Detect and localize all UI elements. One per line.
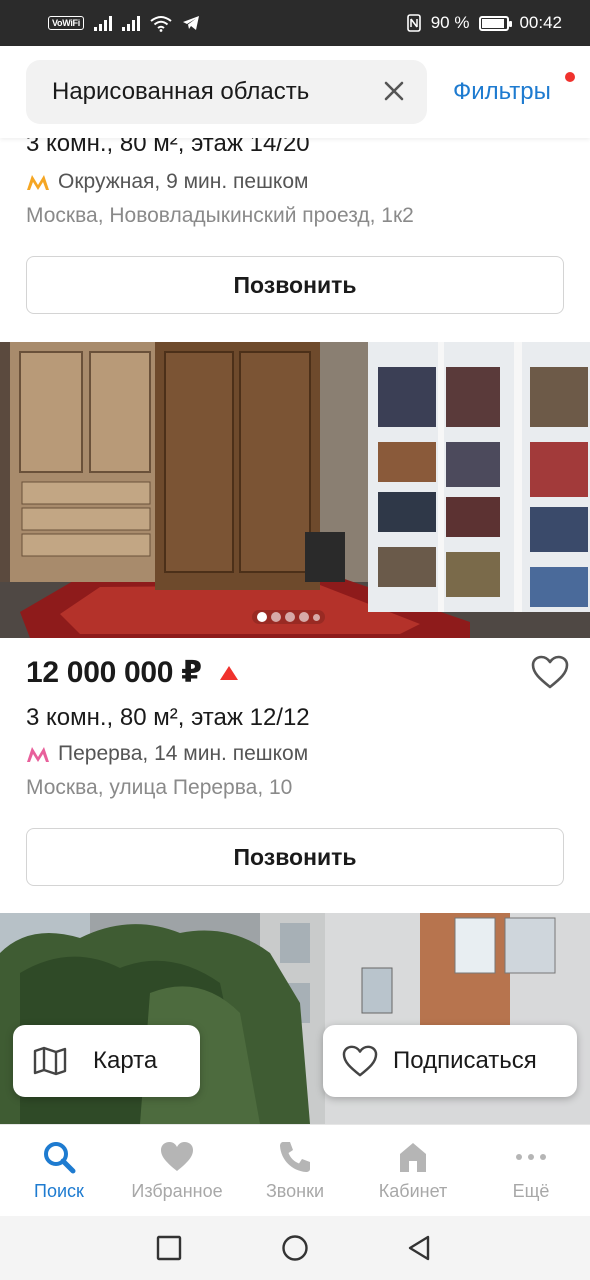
tab-more[interactable]: Ещё [472,1125,590,1217]
tab-favorites[interactable]: Избранное [118,1125,236,1217]
favorite-heart-icon[interactable] [530,654,570,690]
photo-dot-5 [313,613,320,621]
nfc-icon [406,14,421,32]
price-up-icon [220,666,238,680]
vowifi-badge: VoWiFi [48,16,84,30]
close-icon[interactable] [381,78,407,104]
listing-2-price: 12 000 000 ₽ [26,656,202,689]
listing-1-metro: Окружная, 9 мин. пешком [26,170,308,194]
map-button[interactable]: Карта [13,1025,200,1097]
cell-signal-icon [93,15,112,31]
photo-dot-4 [299,612,309,622]
listing-2-rooms: 3 комн., 80 м², этаж 12/12 [26,704,310,731]
tab-calls-label: Звонки [265,1181,325,1201]
listing-2-metro-text: Перерва, 14 мин. пешком [58,742,309,765]
back-icon[interactable] [406,1234,432,1262]
phone-icon [280,1142,310,1172]
status-bar: VoWiFi 90 % 00:42 [0,0,590,46]
wifi-icon [150,15,172,32]
battery-percent: 90 % [430,13,470,32]
tab-search-label: Поиск [34,1181,84,1201]
search-header: Нарисованная область Фильтры [0,46,590,138]
subscribe-button-label: Подписаться [393,1047,537,1074]
listing-1-address: Москва, Нововладыкинский проезд, 1к2 [26,204,414,227]
telegram-icon [182,16,199,30]
heart-icon [161,1142,193,1171]
tab-cabinet-label: Кабинет [378,1181,448,1201]
metro-icon [27,747,49,762]
metro-icon [27,175,49,190]
search-area-label: Нарисованная область [52,78,310,105]
room-photo-image [0,342,590,638]
battery-icon [479,15,513,31]
tab-more-label: Ещё [512,1181,550,1201]
tab-calls[interactable]: Звонки [236,1125,354,1217]
listing-2-address: Москва, улица Перерва, 10 [26,776,293,799]
cell-signal-2-icon [121,15,140,31]
filters-button[interactable]: Фильтры [453,78,551,106]
photo-dot-3 [285,612,295,622]
home-icon [400,1143,426,1172]
photo-dot-2 [271,612,281,622]
system-nav-bar [0,1216,590,1280]
status-bar-left: VoWiFi [48,15,200,32]
filters-active-dot [565,72,575,82]
tab-search[interactable]: Поиск [0,1125,118,1217]
listing-2-photo[interactable] [0,342,590,638]
home-nav-icon[interactable] [281,1234,309,1262]
photo-dot-1 [257,612,267,622]
map-button-label: Карта [93,1047,158,1074]
subscribe-button[interactable]: Подписаться [323,1025,577,1097]
photo-pagination [252,610,325,624]
bottom-tab-bar: Поиск Избранное Звонки Кабинет Ещё [0,1124,590,1216]
listing-1-metro-text: Окружная, 9 мин. пешком [58,170,309,193]
heart-outline-icon [342,1045,378,1077]
clock: 00:42 [519,13,562,32]
tab-cabinet[interactable]: Кабинет [354,1125,472,1217]
listing-2-call-button[interactable]: Позвонить [26,828,564,886]
search-icon [44,1142,76,1174]
more-icon [516,1154,546,1160]
listing-1-call-button[interactable]: Позвонить [26,256,564,314]
listing-2-metro: Перерва, 14 мин. пешком [26,742,308,766]
tab-favorites-label: Избранное [131,1181,223,1201]
search-area-chip[interactable]: Нарисованная область [26,60,427,124]
map-icon [33,1046,67,1076]
recent-apps-icon[interactable] [156,1235,182,1261]
status-bar-right: 90 % 00:42 [406,13,562,33]
